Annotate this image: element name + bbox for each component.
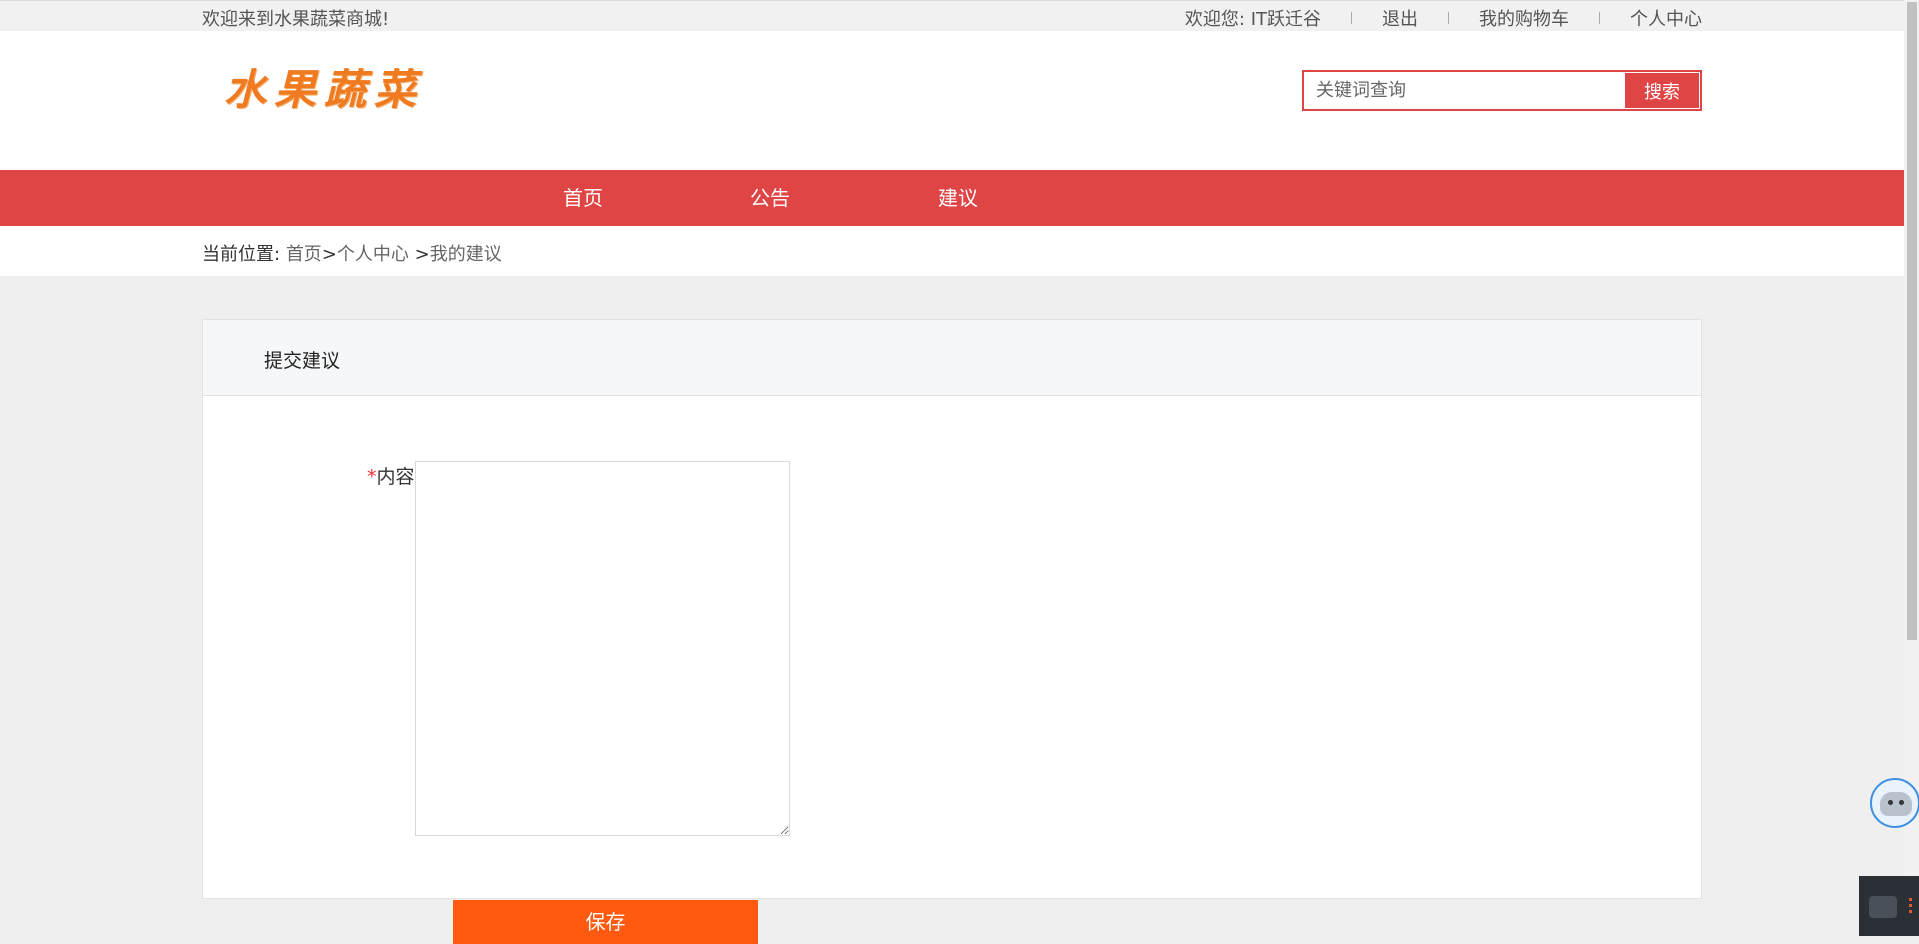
profile-link[interactable]: 个人中心: [1630, 5, 1702, 31]
floating-widget[interactable]: [1859, 876, 1919, 936]
content-textarea[interactable]: [415, 461, 790, 836]
save-button[interactable]: 保存: [453, 900, 758, 944]
breadcrumb-bar: 当前位置: 首页>个人中心 >我的建议: [0, 226, 1904, 276]
content-label: *内容: [367, 462, 415, 489]
eye-icon: [1899, 800, 1904, 805]
search-box: 搜索: [1302, 70, 1702, 111]
site-header: 水果蔬菜 搜索: [0, 31, 1904, 170]
search-input[interactable]: [1304, 72, 1626, 109]
nav-item-notice[interactable]: 公告: [750, 170, 790, 226]
breadcrumb-prefix: 当前位置:: [202, 244, 281, 265]
main-nav: 首页 公告 建议: [0, 170, 1904, 226]
welcome-text: 欢迎来到水果蔬菜商城!: [202, 9, 390, 30]
chat-widget-icon: [1869, 896, 1897, 918]
top-links: 欢迎您: IT跃迁谷 退出 我的购物车 个人中心: [1185, 5, 1702, 31]
suggestion-form-card: 提交建议 *内容: [202, 319, 1702, 899]
card-title: 提交建议: [264, 350, 341, 372]
more-dots-icon[interactable]: [1909, 898, 1912, 914]
cart-link[interactable]: 我的购物车: [1479, 5, 1569, 31]
nav-item-suggestion[interactable]: 建议: [938, 170, 978, 226]
card-header: 提交建议: [203, 320, 1701, 396]
breadcrumb-current[interactable]: 我的建议: [430, 244, 502, 265]
breadcrumb: 当前位置: 首页>个人中心 >我的建议: [202, 240, 502, 266]
content-label-text: 内容: [376, 466, 415, 488]
eye-icon: [1888, 800, 1893, 805]
user-greeting[interactable]: 欢迎您: IT跃迁谷: [1185, 5, 1321, 31]
scrollbar-thumb[interactable]: [1907, 2, 1917, 640]
logout-link[interactable]: 退出: [1382, 5, 1418, 31]
breadcrumb-separator: >: [321, 244, 337, 265]
breadcrumb-home[interactable]: 首页: [286, 244, 322, 265]
assistant-bubble-icon[interactable]: [1870, 778, 1919, 828]
breadcrumb-profile[interactable]: 个人中心: [337, 244, 409, 265]
top-bar: 欢迎来到水果蔬菜商城! 欢迎您: IT跃迁谷 退出 我的购物车 个人中心: [0, 0, 1904, 31]
search-button[interactable]: 搜索: [1625, 73, 1699, 108]
divider: [1351, 12, 1352, 24]
site-logo[interactable]: 水果蔬菜: [224, 56, 424, 117]
divider: [1599, 12, 1600, 24]
divider: [1448, 12, 1449, 24]
required-mark: *: [367, 466, 377, 488]
breadcrumb-separator: >: [408, 244, 430, 265]
robot-face-icon: [1880, 792, 1912, 816]
nav-item-home[interactable]: 首页: [563, 170, 603, 226]
